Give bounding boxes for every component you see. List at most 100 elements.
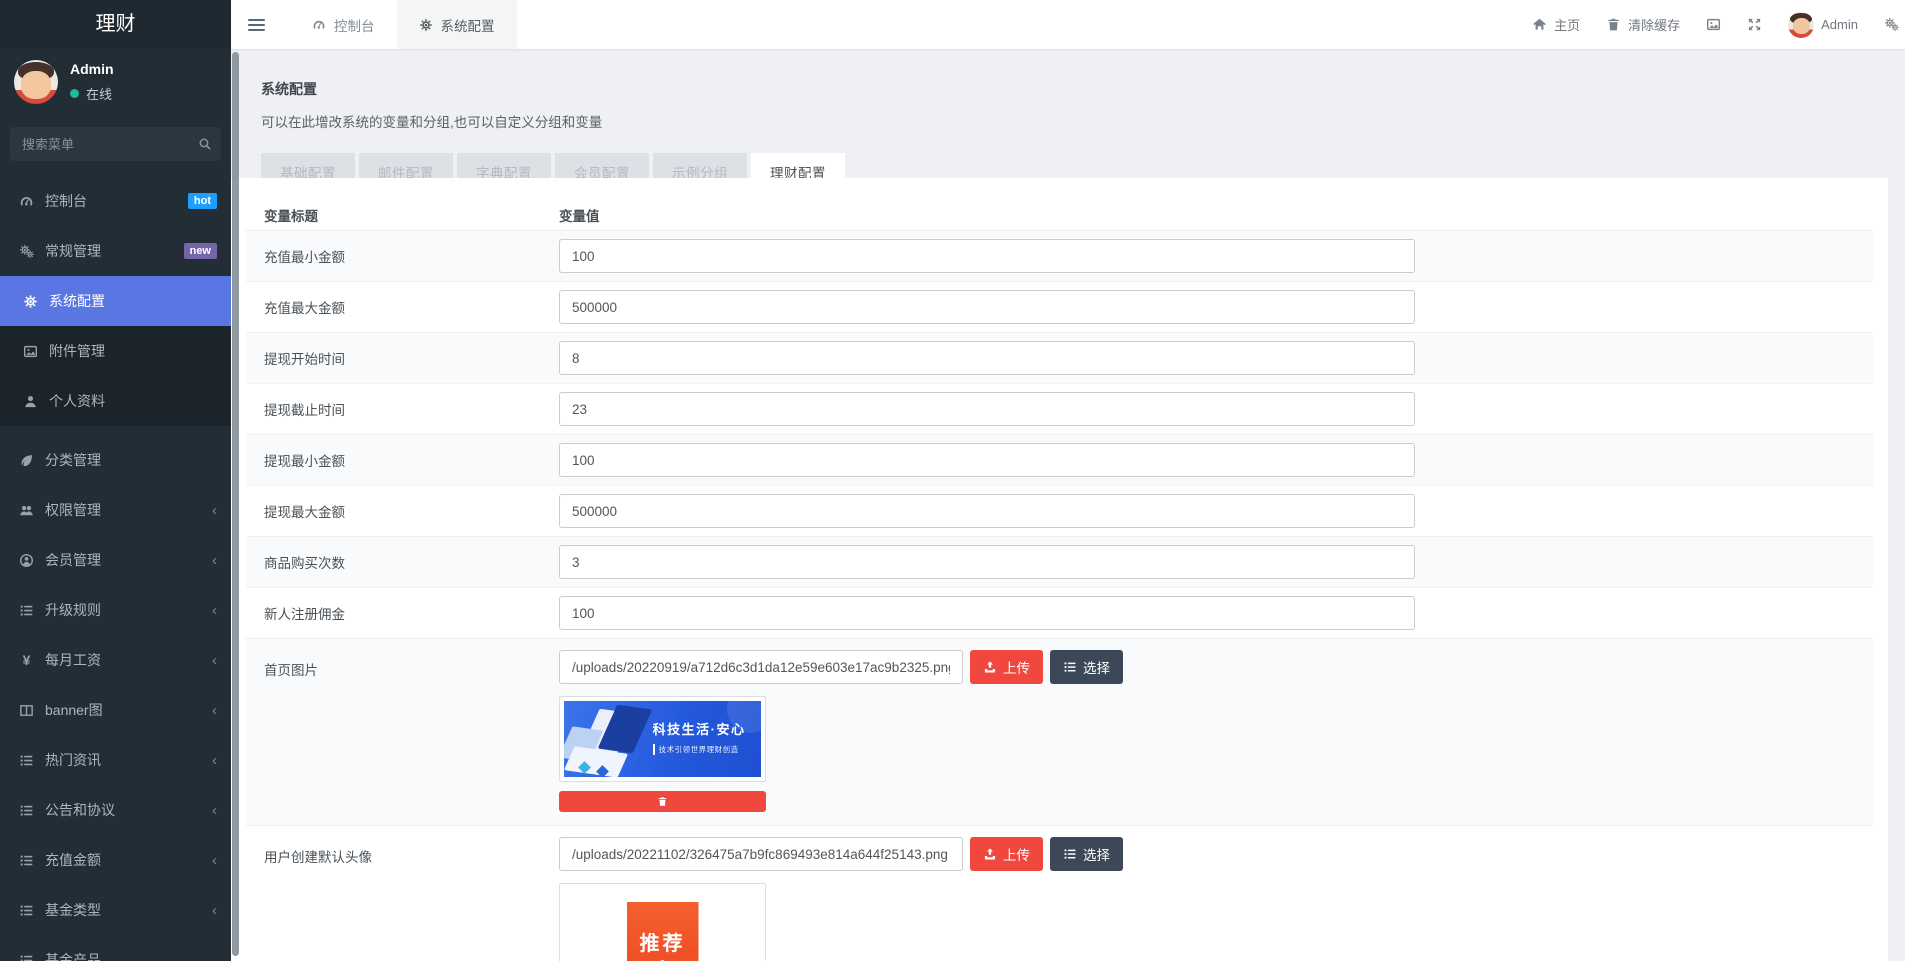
- sidebar-item-升级规则[interactable]: 升级规则 ‹: [0, 585, 231, 635]
- choose-button[interactable]: 选择: [1050, 837, 1123, 871]
- topbar-right: 主页 清除缓存 Admin: [1519, 0, 1905, 49]
- config-value-input[interactable]: [559, 494, 1415, 528]
- config-row-提现开始时间: 提现开始时间: [246, 332, 1873, 383]
- tab-content-sheet: 变量标题 变量值 充值最小金额 充值最大金额 提现开始时间 提现截止时间 提现最…: [231, 178, 1888, 961]
- config-row-充值最大金额: 充值最大金额: [246, 281, 1873, 332]
- user-name: Admin: [70, 61, 114, 77]
- list-icon: [1063, 847, 1077, 861]
- sidebar-item-分类管理[interactable]: 分类管理: [0, 435, 231, 485]
- choose-button[interactable]: 选择: [1050, 650, 1123, 684]
- main-content: 系统配置 可以在此增改系统的变量和分组,也可以自定义分组和变量 基础配置 邮件配…: [231, 49, 1905, 961]
- sidebar-item-常规管理[interactable]: 常规管理 new: [0, 226, 231, 276]
- gears-icon: [18, 243, 35, 259]
- upload-button[interactable]: 上传: [970, 650, 1043, 684]
- topbar-tab-系统配置[interactable]: 系统配置: [397, 0, 517, 49]
- attachment-image-icon: [22, 343, 39, 359]
- topbar-tab-控制台[interactable]: 控制台: [290, 0, 397, 49]
- dashboard-icon: [312, 18, 326, 32]
- sidebar-item-附件管理[interactable]: 附件管理: [0, 326, 231, 376]
- config-value-input[interactable]: [559, 341, 1415, 375]
- online-dot-icon: [70, 89, 79, 98]
- column-header: 变量标题: [246, 205, 559, 225]
- list-icon: [18, 802, 35, 818]
- chevron-left-icon: ‹: [212, 703, 217, 718]
- chevron-left-icon: ‹: [212, 653, 217, 668]
- config-value-input[interactable]: [559, 837, 963, 871]
- sidebar-item-会员管理[interactable]: 会员管理 ‹: [0, 535, 231, 585]
- sidebar-item-公告和协议[interactable]: 公告和协议 ‹: [0, 785, 231, 835]
- image-preview[interactable]: 科技生活·安心 技术引领世界理财创造: [559, 696, 766, 782]
- upload-icon: [983, 660, 997, 674]
- list-icon: [18, 602, 35, 618]
- trash-icon: [657, 796, 668, 807]
- fullscreen-icon: [1747, 17, 1762, 32]
- leaf-icon: [18, 452, 35, 468]
- config-row-商品购买次数: 商品购买次数: [246, 536, 1873, 587]
- sidebar-item-banner图[interactable]: banner图 ‹: [0, 685, 231, 735]
- list-icon: [18, 852, 35, 868]
- sidebar-item-每月工资[interactable]: ¥ 每月工资 ‹: [0, 635, 231, 685]
- yen-icon: ¥: [18, 652, 35, 668]
- chevron-left-icon: ‹: [212, 603, 217, 618]
- clear-cache-button[interactable]: 清除缓存: [1593, 0, 1693, 49]
- gear-icon: [22, 293, 39, 309]
- table-header: 变量标题 变量值: [246, 199, 1873, 230]
- config-value-input[interactable]: [559, 239, 1415, 273]
- config-value-input[interactable]: [559, 545, 1415, 579]
- topbar: 控制台 系统配置 主页 清除缓存 Admin: [231, 0, 1905, 49]
- home-link[interactable]: 主页: [1519, 0, 1593, 49]
- config-value-input[interactable]: [559, 650, 963, 684]
- sidebar-item-热门资讯[interactable]: 热门资讯 ‹: [0, 735, 231, 785]
- sidebar-scrollbar[interactable]: [232, 52, 239, 956]
- search-icon: [198, 137, 212, 151]
- users-icon: [18, 502, 35, 518]
- columns-icon: [18, 702, 35, 718]
- config-row-充值最小金额: 充值最小金额: [246, 230, 1873, 281]
- upload-button[interactable]: 上传: [970, 837, 1043, 871]
- search-input[interactable]: [10, 127, 221, 161]
- gears-icon: [1884, 17, 1899, 32]
- config-label: 用户创建默认头像: [246, 826, 559, 961]
- gear-icon: [419, 18, 433, 32]
- recommend-ribbon: 推荐: [627, 902, 699, 961]
- sidebar-item-系统配置[interactable]: 系统配置: [0, 276, 231, 326]
- config-label: 提现开始时间: [246, 333, 559, 383]
- image-icon: [1706, 17, 1721, 32]
- sidebar-toggle-icon[interactable]: [248, 16, 265, 34]
- list-icon: [18, 752, 35, 768]
- config-label: 提现截止时间: [246, 384, 559, 434]
- sidebar-item-充值金额[interactable]: 充值金额 ‹: [0, 835, 231, 885]
- sidebar-item-基金类型[interactable]: 基金类型 ‹: [0, 885, 231, 935]
- config-row-提现截止时间: 提现截止时间: [246, 383, 1873, 434]
- config-value-input[interactable]: [559, 596, 1415, 630]
- menu-search: [10, 127, 221, 161]
- config-row-首页图片: 首页图片 上传 选择 科技生活·安心 技术引领世界理财创造: [246, 638, 1873, 825]
- user-menu[interactable]: Admin: [1775, 0, 1871, 49]
- upload-icon: [983, 847, 997, 861]
- config-value-input[interactable]: [559, 392, 1415, 426]
- config-label: 充值最大金额: [246, 282, 559, 332]
- image-preview[interactable]: 推荐: [559, 883, 766, 961]
- sidebar-item-控制台[interactable]: 控制台 hot: [0, 176, 231, 226]
- status-badge: hot: [188, 193, 217, 209]
- config-label: 商品购买次数: [246, 537, 559, 587]
- settings-button[interactable]: [1871, 0, 1905, 49]
- module-image-button[interactable]: [1693, 0, 1734, 49]
- chevron-left-icon: ‹: [212, 803, 217, 818]
- config-label: 新人注册佣金: [246, 588, 559, 638]
- delete-image-button[interactable]: [559, 791, 766, 812]
- config-row-提现最大金额: 提现最大金额: [246, 485, 1873, 536]
- sidebar-item-权限管理[interactable]: 权限管理 ‹: [0, 485, 231, 535]
- sidebar-user-panel: Admin 在线: [0, 49, 231, 114]
- page-head: 系统配置 可以在此增改系统的变量和分组,也可以自定义分组和变量: [231, 49, 1905, 131]
- fullscreen-button[interactable]: [1734, 0, 1775, 49]
- avatar: [1788, 12, 1814, 38]
- sidebar-item-基金产品[interactable]: 基金产品: [0, 935, 231, 961]
- config-row-新人注册佣金: 新人注册佣金: [246, 587, 1873, 638]
- chevron-left-icon: ‹: [212, 853, 217, 868]
- config-value-input[interactable]: [559, 443, 1415, 477]
- avatar[interactable]: [14, 60, 58, 104]
- sidebar-item-个人资料[interactable]: 个人资料: [0, 376, 231, 426]
- page-title: 系统配置: [261, 79, 1875, 99]
- config-value-input[interactable]: [559, 290, 1415, 324]
